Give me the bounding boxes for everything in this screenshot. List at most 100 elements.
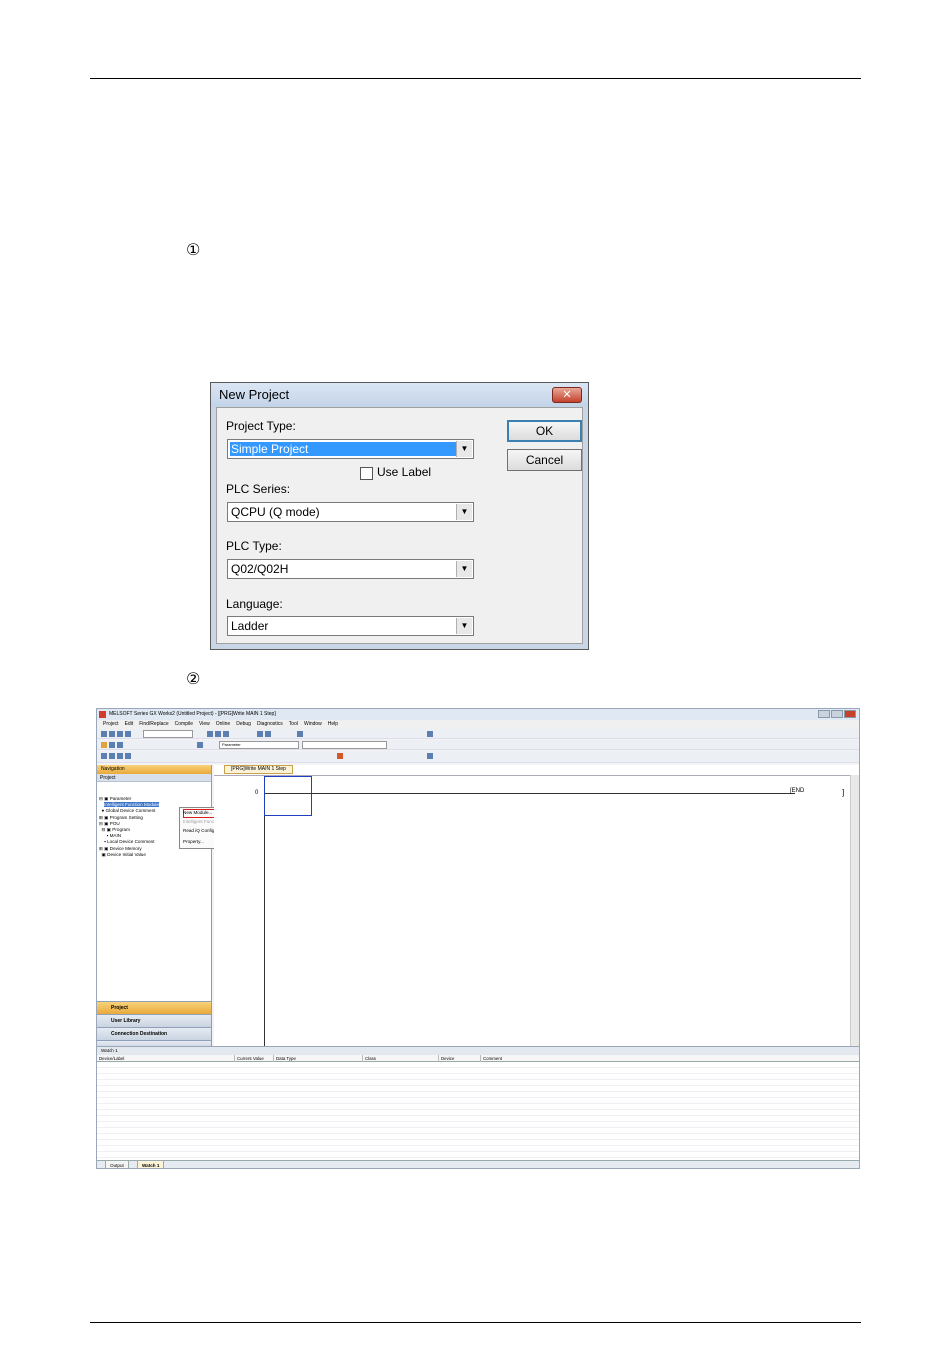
nav-tab-user-library[interactable]: User Library [97,1014,211,1027]
toolbar-select-2[interactable] [302,741,387,749]
ok-button[interactable]: OK [507,420,582,442]
ladder-toolbar [97,751,859,763]
project-type-value: Simple Project [230,442,458,456]
convert-icon[interactable] [337,753,343,759]
gx-works2-window: MELSOFT Series GX Works2 (Untitled Proje… [96,708,860,1169]
use-label-checkbox[interactable] [360,467,373,480]
write-plc-icon[interactable] [265,731,271,737]
maximize-icon[interactable] [831,710,843,718]
menu-item-property[interactable]: Property... [183,839,204,844]
menu-online[interactable]: Online [216,721,230,727]
plc-series-value: QCPU (Q mode) [231,505,320,519]
open-icon[interactable] [109,731,115,737]
window-title: MELSOFT Series GX Works2 (Untitled Proje… [109,711,276,717]
chevron-down-icon[interactable]: ▼ [456,504,472,520]
watch-title: Watch 1 [97,1047,859,1055]
list-icon[interactable] [109,742,115,748]
search-icon[interactable] [427,731,433,737]
new-icon[interactable] [101,731,107,737]
window-icon[interactable] [117,742,123,748]
menu-view[interactable]: View [199,721,210,727]
col-comment[interactable]: Comment [480,1055,676,1062]
dialog-title: New Project [219,387,290,402]
contact-nc-icon[interactable] [109,753,115,759]
parameter-select[interactable]: Parameter [219,741,299,749]
copy-icon[interactable] [215,731,221,737]
menu-bar: Project Edit Find/Replace Compile View Online… [97,720,859,729]
chevron-down-icon[interactable]: ▼ [456,561,472,577]
footer-rule [90,1322,861,1323]
menu-find-replace[interactable]: Find/Replace [139,721,168,727]
dialog-body: Project Type: Simple Project ▼ Use Label… [216,407,583,644]
col-data-type[interactable]: Data Type [273,1055,362,1062]
save-icon[interactable] [117,731,123,737]
read-plc-icon[interactable] [257,731,263,737]
col-device[interactable]: Device [438,1055,480,1062]
monitor-icon[interactable] [297,731,303,737]
ladder-canvas[interactable]: 0 [END ] [214,775,850,1048]
toolbar-combo[interactable] [143,730,193,738]
navigation-header: Navigation [97,765,211,774]
navigation-icon[interactable] [101,742,107,748]
coil-icon[interactable] [117,753,123,759]
tab-output[interactable]: Output [105,1161,129,1168]
plc-type-select[interactable]: Q02/Q02H ▼ [227,559,474,579]
plc-type-value: Q02/Q02H [231,562,289,576]
help-icon[interactable] [197,742,203,748]
watch-column-headers: Device/Label Current Value Data Type Cla… [97,1055,859,1062]
nav-tab-connection-destination[interactable]: Connection Destination [97,1027,211,1040]
paste-icon[interactable] [223,731,229,737]
menu-compile[interactable]: Compile [175,721,193,727]
zoom-icon[interactable] [427,753,433,759]
menu-help[interactable]: Help [328,721,338,727]
editor-scrollbar[interactable] [850,775,859,1048]
ladder-rung [265,793,795,794]
step-marker-1: ① [186,240,201,259]
col-device-label[interactable]: Device/Label [97,1055,234,1062]
window-titlebar: MELSOFT Series GX Works2 (Untitled Proje… [97,709,859,720]
editor-tab[interactable]: [PRG]Write MAIN 1 Step [224,765,293,774]
instruction-icon[interactable] [125,753,131,759]
navigation-tabs: Project User Library Connection Destinat… [97,1001,211,1048]
menu-edit[interactable]: Edit [125,721,134,727]
header-rule [90,78,861,79]
contact-no-icon[interactable] [101,753,107,759]
project-type-select[interactable]: Simple Project ▼ [227,439,474,459]
language-value: Ladder [231,619,269,633]
minimize-icon[interactable] [818,710,830,718]
chevron-down-icon[interactable]: ▼ [456,441,472,457]
close-icon[interactable]: ✕ [552,387,582,403]
menu-project[interactable]: Project [103,721,119,727]
use-label-text: Use Label [377,465,432,479]
menu-tool[interactable]: Tool [289,721,298,727]
col-class[interactable]: Class [362,1055,438,1062]
cancel-button[interactable]: Cancel [507,449,582,471]
close-icon[interactable] [844,710,856,718]
menu-item-new-module[interactable]: New Module... [183,810,212,815]
print-icon[interactable] [125,731,131,737]
left-power-rail [264,776,265,1048]
new-project-dialog: New Project ✕ Project Type: Simple Proje… [210,382,589,650]
dialog-titlebar: New Project ✕ [211,383,588,407]
col-current-value[interactable]: Current Value [234,1055,273,1062]
menu-debug[interactable]: Debug [236,721,251,727]
step-marker-2: ② [186,669,201,688]
language-select[interactable]: Ladder ▼ [227,616,474,636]
cut-icon[interactable] [207,731,213,737]
plc-series-label: PLC Series: [226,482,291,496]
toolbar-1 [97,729,859,739]
menu-diagnostics[interactable]: Diagnostics [257,721,283,727]
app-logo-icon [99,711,106,718]
right-power-rail: ] [842,788,845,797]
language-label: Language: [226,597,283,611]
chevron-down-icon[interactable]: ▼ [456,618,472,634]
watch-grid[interactable] [97,1062,859,1158]
tab-watch-1[interactable]: Watch 1 [137,1161,165,1168]
nav-tab-project[interactable]: Project [97,1001,211,1014]
tree-item-device-initial-value[interactable]: ▣ Device Initial Value [99,852,159,858]
ladder-cursor [264,776,312,816]
menu-window[interactable]: Window [304,721,322,727]
project-type-label: Project Type: [226,419,296,433]
plc-series-select[interactable]: QCPU (Q mode) ▼ [227,502,474,522]
project-section-header: Project [97,774,211,782]
